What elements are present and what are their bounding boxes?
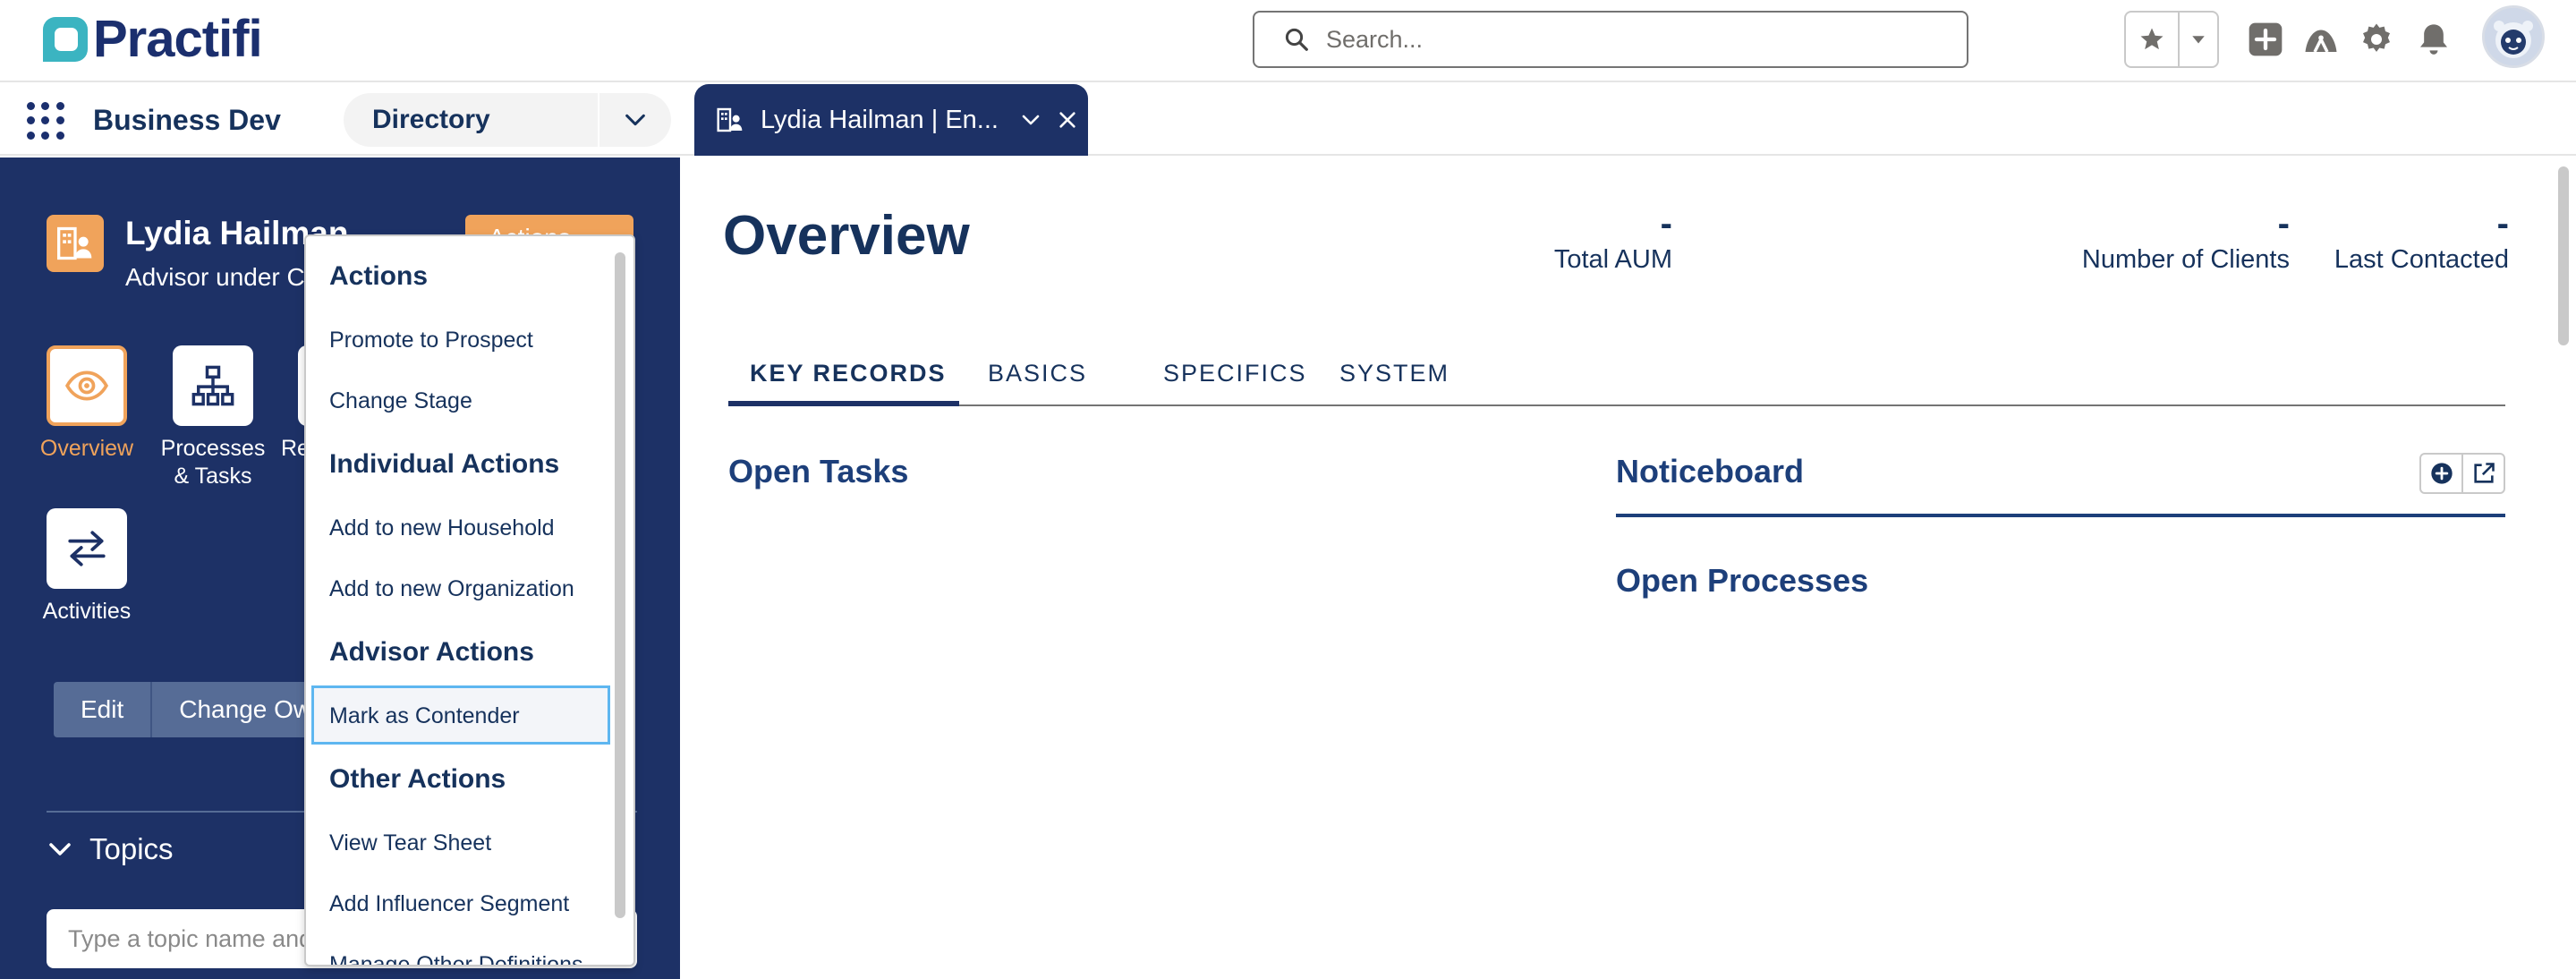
favorites-menu-button[interactable] <box>2180 13 2217 66</box>
practifi-logo-icon <box>43 17 88 62</box>
edit-button[interactable]: Edit <box>54 682 153 737</box>
nav-tile-activities[interactable] <box>47 508 127 589</box>
tab-basics[interactable]: BASICS <box>988 360 1087 387</box>
tab-key-records[interactable]: KEY RECORDS <box>750 360 947 387</box>
main-content: Overview - Total AUM - Number of Clients… <box>682 157 2576 979</box>
noticeboard-add-button[interactable] <box>2421 455 2463 492</box>
arrows-exchange-icon <box>68 531 106 566</box>
noticeboard-title: Noticeboard <box>1616 453 1805 490</box>
stat-label: Total AUM <box>1553 245 1672 274</box>
stat-label: Last Contacted <box>2334 245 2509 274</box>
stat-value: - <box>2277 204 2290 243</box>
eye-icon <box>64 370 109 401</box>
active-tab-indicator <box>728 401 959 406</box>
record-tab-label: Lydia Hailman | En... <box>761 105 999 134</box>
global-header: Practifi <box>0 0 2576 82</box>
menu-item-add-influencer-segment[interactable]: Add Influencer Segment <box>329 891 569 917</box>
menu-item-manage-other-definitions[interactable]: Manage Other Definitions <box>329 952 582 965</box>
star-icon <box>2140 28 2164 50</box>
tab-system[interactable]: SYSTEM <box>1339 360 1450 387</box>
noticeboard-open-button[interactable] <box>2463 455 2504 492</box>
nav-tile-processes-tasks[interactable] <box>173 345 253 426</box>
stat-last-contacted: - Last Contacted <box>2294 204 2509 275</box>
trailhead-button[interactable] <box>2301 20 2341 59</box>
dropdown-heading-actions: Actions <box>329 261 429 291</box>
menu-item-mark-as-contender[interactable]: Mark as Contender <box>329 703 520 729</box>
app-name: Business Dev <box>93 104 281 136</box>
favorites-group <box>2124 11 2219 68</box>
global-actions-button[interactable] <box>2246 20 2285 59</box>
stat-label: Number of Clients <box>2081 245 2290 274</box>
nav-tile-activities-label: Activities <box>42 599 132 624</box>
gear-icon <box>2363 23 2390 52</box>
global-search[interactable] <box>1253 11 1968 68</box>
topics-label: Topics <box>89 832 174 865</box>
menu-item-add-to-new-household[interactable]: Add to new Household <box>329 515 555 541</box>
tab-lydia-hailman[interactable]: Lydia Hailman | En... <box>694 84 1088 156</box>
search-input[interactable] <box>1326 25 1934 54</box>
stat-total-aum: - Total AUM <box>1440 204 1672 275</box>
dropdown-heading-individual-actions: Individual Actions <box>329 449 560 479</box>
favorites-star-button[interactable] <box>2126 13 2180 66</box>
notifications-button[interactable] <box>2414 20 2453 59</box>
organization-icon <box>717 107 743 132</box>
stat-value: - <box>2496 204 2509 243</box>
add-icon <box>2249 22 2283 56</box>
nav-tile-overview[interactable] <box>47 345 127 426</box>
close-tab-icon[interactable] <box>1058 110 1077 130</box>
organization-record-icon <box>47 215 104 272</box>
nav-tile-overview-label: Overview <box>39 436 134 461</box>
open-tasks-title: Open Tasks <box>728 453 909 490</box>
menu-item-view-tear-sheet[interactable]: View Tear Sheet <box>329 830 491 856</box>
add-circle-icon <box>2430 463 2453 484</box>
dropdown-heading-advisor-actions: Advisor Actions <box>329 637 534 667</box>
bell-icon <box>2420 24 2447 55</box>
nav-item-directory-label[interactable]: Directory <box>344 93 599 147</box>
stat-number-of-clients: - Number of Clients <box>2003 204 2290 275</box>
trailhead-icon <box>2305 30 2337 53</box>
record-tabs: KEY RECORDS BASICS SPECIFICS SYSTEM <box>728 351 2505 406</box>
chevron-down-icon <box>49 843 71 856</box>
noticeboard-divider <box>1616 514 2505 517</box>
astro-avatar-icon <box>2485 8 2542 65</box>
dropdown-heading-other-actions: Other Actions <box>329 764 506 794</box>
new-window-icon <box>2473 463 2495 483</box>
app-launcher-icon[interactable] <box>27 102 64 140</box>
stat-value: - <box>1660 204 1672 243</box>
record-subtitle: Advisor under Co <box>125 263 319 291</box>
nav-item-directory: Directory <box>344 93 671 147</box>
menu-item-change-stage[interactable]: Change Stage <box>329 388 472 414</box>
practifi-logo[interactable]: Practifi <box>43 10 263 68</box>
dropdown-scrollbar[interactable] <box>615 252 625 918</box>
setup-button[interactable] <box>2357 20 2396 59</box>
user-avatar[interactable] <box>2482 5 2545 68</box>
search-icon <box>1285 28 1308 51</box>
noticeboard-actions <box>2419 453 2505 494</box>
hierarchy-icon <box>191 365 234 406</box>
nav-menu-button[interactable] <box>599 93 671 147</box>
chevron-down-icon[interactable] <box>1020 109 1041 131</box>
open-processes-title: Open Processes <box>1616 562 1869 599</box>
chevron-down-icon <box>625 114 645 126</box>
actions-dropdown-menu: Actions Promote to Prospect Change Stage… <box>304 234 635 966</box>
nav-tile-processes-tasks-label: Processes & Tasks <box>160 436 266 489</box>
logo-text: Practifi <box>93 10 263 68</box>
page-title: Overview <box>723 205 970 267</box>
caret-down-icon <box>2192 36 2205 44</box>
menu-item-promote-to-prospect[interactable]: Promote to Prospect <box>329 328 533 353</box>
topics-section-toggle[interactable]: Topics <box>47 832 174 866</box>
main-scrollbar[interactable] <box>2558 166 2569 345</box>
menu-item-add-to-new-organization[interactable]: Add to new Organization <box>329 576 574 602</box>
tab-specifics[interactable]: SPECIFICS <box>1163 360 1307 387</box>
app-navigation-bar: Business Dev Directory Lydia Hailman | E… <box>0 84 2576 156</box>
